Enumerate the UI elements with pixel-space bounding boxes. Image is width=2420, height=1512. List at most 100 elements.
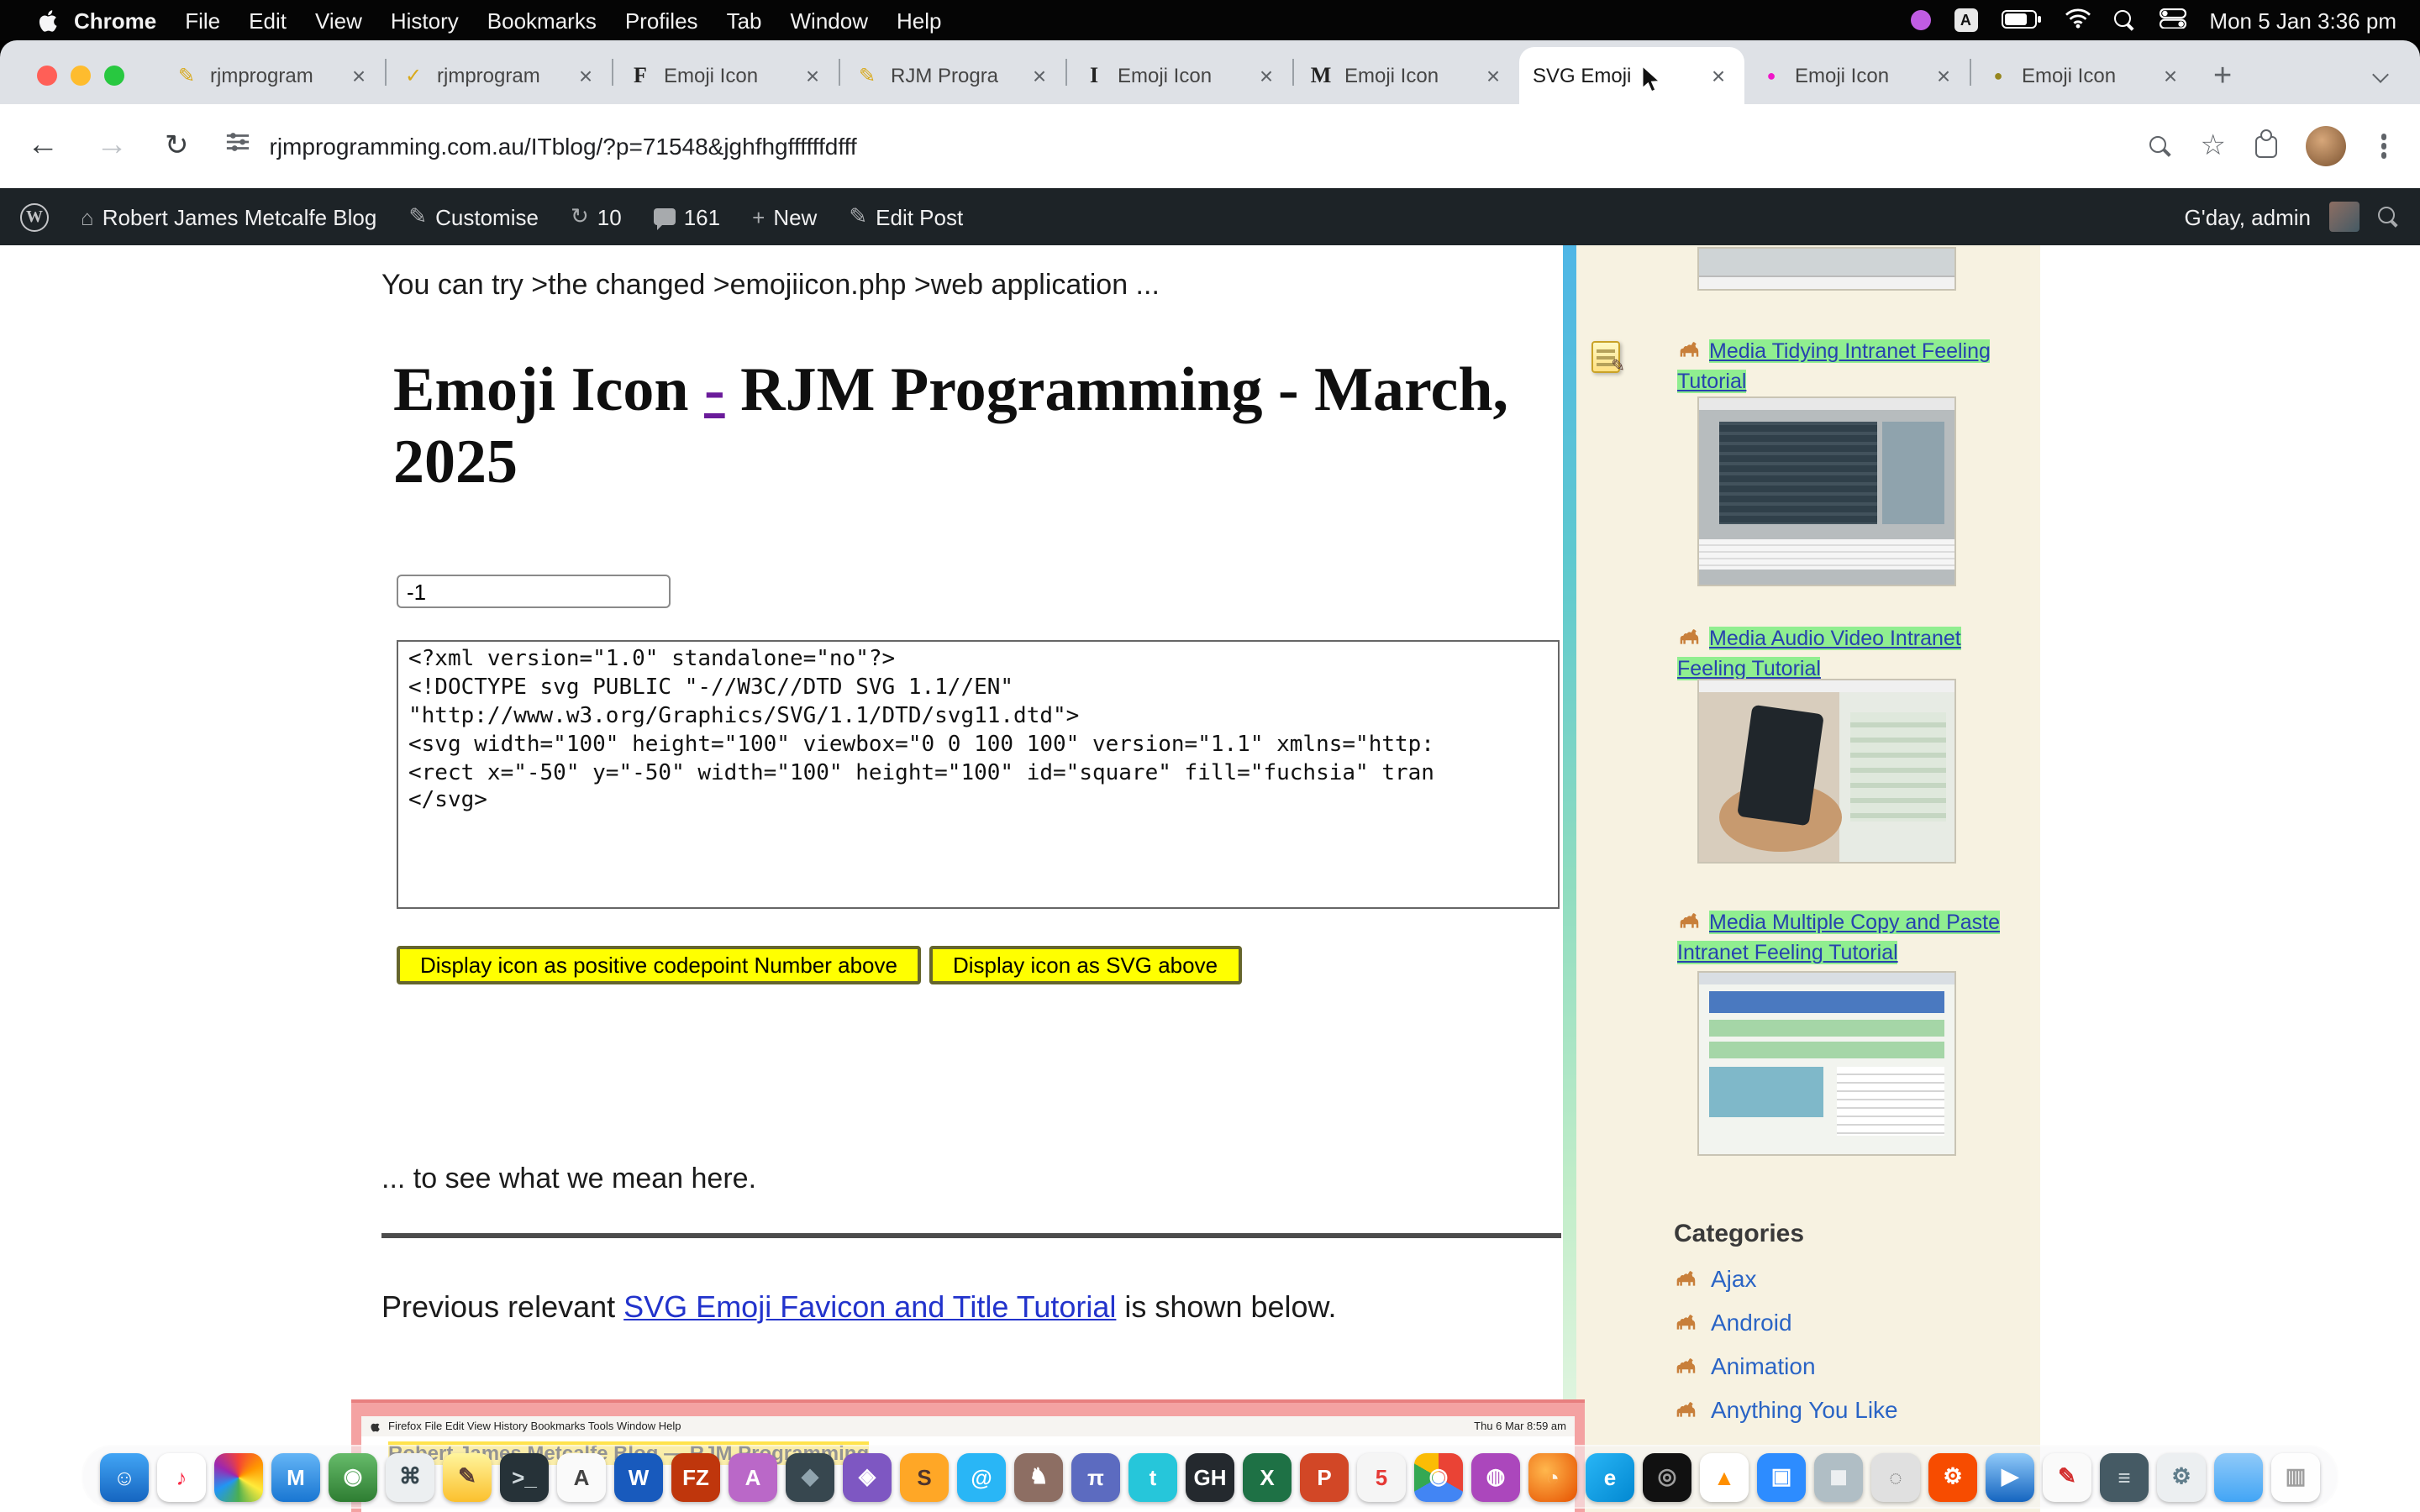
wp-search-icon[interactable] xyxy=(2378,206,2400,228)
dock-app-icon[interactable] xyxy=(214,1452,263,1501)
back-button[interactable]: ← xyxy=(27,128,59,165)
menubar-item[interactable]: View xyxy=(315,8,362,33)
tab-close-icon[interactable]: × xyxy=(1027,62,1052,89)
menubar-item[interactable]: Tab xyxy=(727,8,762,33)
dock-app-icon[interactable] xyxy=(2214,1452,2263,1501)
bookmark-star-icon[interactable]: ☆ xyxy=(2201,129,2227,163)
wp-comments-button[interactable]: 161 xyxy=(654,204,720,229)
tutorial-link[interactable]: Media Tidying Intranet Feeling Tutorial xyxy=(1677,339,1991,393)
dock-app-icon[interactable]: >_ xyxy=(500,1452,549,1501)
chrome-menu-icon[interactable] xyxy=(2381,144,2386,150)
dock-app-icon[interactable]: ✎ xyxy=(2043,1452,2091,1501)
wp-updates-button[interactable]: ↻10 xyxy=(571,203,622,230)
dock-app-icon[interactable]: ▣ xyxy=(1757,1452,1806,1501)
browser-tab-3[interactable]: F Emoji Icon × xyxy=(613,47,839,104)
menubar-item[interactable]: Help xyxy=(897,8,942,33)
menubar-item[interactable]: Window xyxy=(791,8,869,33)
browser-tab-8[interactable]: ● Emoji Icon × xyxy=(1744,47,1970,104)
post-title-link[interactable]: - xyxy=(704,356,725,425)
dock-app-icon[interactable]: ◉ xyxy=(329,1452,377,1501)
dock-app-icon[interactable]: t xyxy=(1128,1452,1177,1501)
display-svg-button[interactable]: Display icon as SVG above xyxy=(929,946,1241,984)
profile-avatar[interactable] xyxy=(2305,126,2345,166)
dock-app-icon[interactable]: ◔ xyxy=(1528,1452,1577,1501)
dock-app-icon[interactable]: ◎ xyxy=(1643,1452,1691,1501)
dock-app-icon[interactable]: e xyxy=(1586,1452,1634,1501)
wp-logo-button[interactable]: W xyxy=(20,202,49,231)
dock-app-icon[interactable]: ◼ xyxy=(1814,1452,1863,1501)
dock-app-icon[interactable]: ◌ xyxy=(1871,1452,1920,1501)
tab-close-icon[interactable]: × xyxy=(573,62,598,89)
apple-menu-icon[interactable] xyxy=(37,8,57,33)
dock-app-icon[interactable]: ≡ xyxy=(2100,1452,2149,1501)
menubar-item[interactable]: Profiles xyxy=(625,8,698,33)
forward-button[interactable]: → xyxy=(96,128,128,165)
site-info-icon[interactable] xyxy=(226,129,251,163)
dock-app-icon[interactable]: ⚙ xyxy=(1928,1452,1977,1501)
browser-tab-6[interactable]: M Emoji Icon × xyxy=(1294,47,1519,104)
dock-app-icon[interactable]: ◈ xyxy=(843,1452,892,1501)
tab-close-icon[interactable]: × xyxy=(2158,62,2183,89)
svg-code-textarea[interactable]: <?xml version="1.0" standalone="no"?> <!… xyxy=(397,640,1560,909)
wp-site-name-button[interactable]: ⌂Robert James Metcalfe Blog xyxy=(81,204,376,229)
dock-app-icon[interactable]: ▥ xyxy=(2271,1452,2320,1501)
menubar-app-name[interactable]: Chrome xyxy=(74,8,156,33)
minimize-window-button[interactable] xyxy=(71,66,91,86)
dock-app-icon[interactable]: ✎ xyxy=(443,1452,492,1501)
dock-app-icon[interactable]: X xyxy=(1243,1452,1292,1501)
tutorial-link[interactable]: Media Multiple Copy and Paste Intranet F… xyxy=(1677,911,2000,964)
dock-app-icon[interactable]: A xyxy=(557,1452,606,1501)
dock-app-icon[interactable]: ♪ xyxy=(157,1452,206,1501)
tutorial-thumbnail[interactable] xyxy=(1697,679,1956,864)
dock-app-icon[interactable]: 5 xyxy=(1357,1452,1406,1501)
input-source-icon[interactable]: A xyxy=(1954,8,1977,32)
dock-app-icon[interactable]: ◆ xyxy=(786,1452,834,1501)
browser-tab-7-active[interactable]: SVG Emoji × xyxy=(1519,47,1744,104)
status-dot-icon[interactable] xyxy=(1910,10,1930,30)
url-text[interactable]: rjmprogramming.com.au/ITblog/?p=71548&jg… xyxy=(270,133,857,160)
tutorial-link[interactable]: Media Audio Video Intranet Feeling Tutor… xyxy=(1677,627,1961,680)
reload-button[interactable]: ↻ xyxy=(165,129,189,163)
browser-tab-4[interactable]: ✎ RJM Progra × xyxy=(840,47,1065,104)
browser-tab-1[interactable]: ✎ rjmprogram × xyxy=(160,47,385,104)
codepoint-input[interactable] xyxy=(397,575,671,608)
menubar-item[interactable]: History xyxy=(391,8,459,33)
category-item[interactable]: Animation xyxy=(1674,1344,1898,1388)
wp-greeting[interactable]: G'day, admin xyxy=(2185,204,2311,229)
tab-search-button[interactable] xyxy=(2366,64,2393,91)
wp-customise-button[interactable]: ✎Customise xyxy=(408,203,539,230)
battery-icon[interactable] xyxy=(2001,8,2041,33)
dock-app-icon[interactable]: W xyxy=(614,1452,663,1501)
browser-tab-2[interactable]: ✓ rjmprogram × xyxy=(387,47,612,104)
tab-close-icon[interactable]: × xyxy=(1481,62,1506,89)
control-center-icon[interactable] xyxy=(2159,8,2186,33)
previous-tutorial-link[interactable]: SVG Emoji Favicon and Title Tutorial xyxy=(623,1290,1116,1324)
dock-app-icon[interactable]: ◉ xyxy=(1414,1452,1463,1501)
dock-app-icon[interactable]: GH xyxy=(1186,1452,1234,1501)
tab-close-icon[interactable]: × xyxy=(346,62,371,89)
dock-app-icon[interactable]: ♞ xyxy=(1014,1452,1063,1501)
dock-app-icon[interactable]: ◍ xyxy=(1471,1452,1520,1501)
omnibox[interactable]: rjmprogramming.com.au/ITblog/?p=71548&jg… xyxy=(226,129,2113,163)
dock-app-icon[interactable]: ⚙ xyxy=(2157,1452,2206,1501)
zoom-icon[interactable] xyxy=(2150,135,2172,157)
dock-app-icon[interactable]: S xyxy=(900,1452,949,1501)
display-codepoint-button[interactable]: Display icon as positive codepoint Numbe… xyxy=(397,946,921,984)
dock-app-icon[interactable]: @ xyxy=(957,1452,1006,1501)
category-item[interactable]: Android xyxy=(1674,1300,1898,1344)
tab-close-icon[interactable]: × xyxy=(1254,62,1279,89)
tutorial-thumbnail[interactable] xyxy=(1697,971,1956,1156)
tab-close-icon[interactable]: × xyxy=(1706,62,1731,89)
dock-app-icon[interactable]: P xyxy=(1300,1452,1349,1501)
menubar-item[interactable]: File xyxy=(185,8,220,33)
menubar-clock[interactable]: Mon 5 Jan 3:36 pm xyxy=(2209,8,2396,33)
dock-app-icon[interactable]: ▶ xyxy=(1986,1452,2034,1501)
tab-close-icon[interactable]: × xyxy=(800,62,825,89)
wp-admin-avatar[interactable] xyxy=(2329,202,2360,232)
close-window-button[interactable] xyxy=(37,66,57,86)
dock-app-icon[interactable]: M xyxy=(271,1452,320,1501)
dock-app-icon[interactable]: FZ xyxy=(671,1452,720,1501)
zoom-window-button[interactable] xyxy=(104,66,124,86)
wp-new-button[interactable]: +New xyxy=(752,204,817,229)
tutorial-thumbnail-partial[interactable] xyxy=(1697,247,1956,291)
